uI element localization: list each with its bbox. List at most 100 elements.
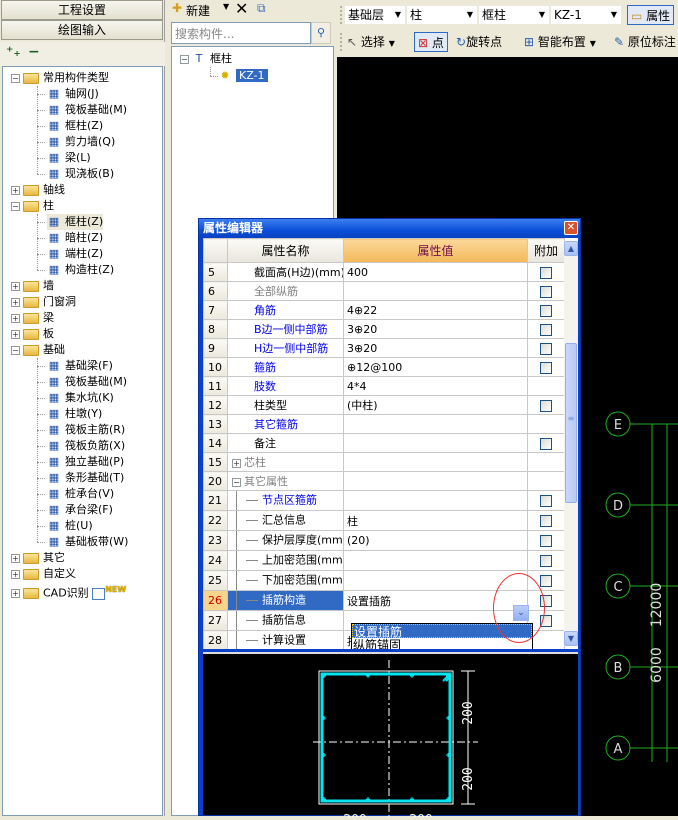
tree-item[interactable]: ▦ 基础梁(F) [47,358,113,374]
tree-item[interactable]: ▦ 筏板基础(M) [47,374,127,390]
tree-folder[interactable]: − 基础 [11,342,65,358]
component-tree-root[interactable]: − T 框柱 [180,51,232,67]
property-value[interactable]: 4*4 [343,376,528,396]
extra-checkbox[interactable] [540,266,552,279]
property-value[interactable]: 400 [343,262,528,282]
extra-checkbox[interactable] [540,304,552,317]
property-value[interactable]: 3⊕20 [343,338,528,358]
property-group[interactable]: + 芯柱 [227,452,344,472]
property-value[interactable]: ⊕12@100 [343,357,528,377]
tree-folder[interactable]: + CAD识别 NEW [11,582,126,600]
close-icon[interactable]: ✕ [564,221,578,235]
scroll-up-button[interactable]: ▲ [564,241,578,256]
expand-toggle[interactable]: + [11,281,20,291]
expand-toggle[interactable]: + [11,569,20,579]
tree-folder[interactable]: + 梁 [11,310,54,326]
category-select[interactable]: 柱 ▼ [407,6,477,24]
search-input[interactable]: 搜索构件... [171,22,311,44]
extra-checkbox[interactable] [540,399,552,412]
collapse-toggle[interactable]: − [11,73,20,83]
extra-checkbox[interactable] [540,555,552,567]
tree-item[interactable]: ▦ 轴网(J) [47,86,99,102]
extra-checkbox[interactable] [540,437,552,450]
property-name-cell[interactable]: 保护层厚度(mm) [227,530,344,551]
tree-folder[interactable]: + 轴线 [11,182,65,198]
component-kz1[interactable]: ✹ KZ-1 [218,68,268,84]
property-row[interactable]: 20 − 其它属性 [203,471,565,491]
drawing-input-button[interactable]: 绘图输入 [1,20,163,40]
new-dropdown-arrow[interactable]: ▼ [223,2,229,11]
expand-toggle[interactable]: + [11,185,20,195]
properties-button[interactable]: ▭ 属性 [627,5,675,25]
property-row[interactable]: 22 汇总信息 柱 [203,510,565,531]
tree-item[interactable]: ▦ 端柱(Z) [47,246,103,262]
property-row[interactable]: 7 角筋 4⊕22 [203,300,565,320]
collapse-toggle[interactable]: − [232,477,241,487]
property-row[interactable]: 21 节点区箍筋 [203,490,565,511]
property-value[interactable] [343,452,528,472]
point-button[interactable]: ⊠ 点 [414,32,448,52]
extra-checkbox[interactable] [540,323,552,336]
property-name-cell[interactable]: 其它箍筋 [227,414,344,434]
property-name-cell[interactable]: 柱类型 [227,395,344,415]
property-value[interactable] [343,550,528,571]
tree-item[interactable]: ▦ 筏板负筋(X) [47,438,125,454]
property-name-cell[interactable]: 截面高(H边)(mm) [227,262,344,282]
property-value[interactable]: 柱 [343,510,528,531]
tree-item[interactable]: ▦ 框柱(Z) [47,118,103,134]
property-name-cell[interactable]: 汇总信息 [227,510,344,531]
property-name-cell[interactable]: 计算设置 [227,630,344,649]
property-value[interactable] [343,414,528,434]
extra-checkbox[interactable] [540,361,552,374]
type-select[interactable]: 框柱 ▼ [479,6,549,24]
tree-item[interactable]: ▦ 暗柱(Z) [47,230,103,246]
property-row[interactable]: 24 上加密范围(mm) [203,550,565,571]
property-row[interactable]: 8 B边一侧中部筋 3⊕20 [203,319,565,339]
property-value[interactable]: 4⊕22 [343,300,528,320]
vertical-scrollbar[interactable]: ▲ ≡ ▼ [564,241,578,646]
tree-item[interactable]: ▦ 剪力墙(Q) [47,134,115,150]
in-situ-annotation-button[interactable]: ✎ 原位标注 [614,32,676,52]
property-group[interactable]: − 其它属性 [227,471,344,491]
tree-item[interactable]: ▦ 筏板基础(M) [47,102,127,118]
tree-item[interactable]: ▦ 现浇板(B) [47,166,114,182]
property-value[interactable] [343,490,528,511]
expand-all-icon[interactable]: ⁺₊ [6,44,21,60]
tree-folder[interactable]: + 其它 [11,550,65,566]
tree-item[interactable]: ▦ 基础板带(W) [47,534,129,550]
scroll-down-button[interactable]: ▼ [564,631,578,646]
property-value[interactable]: (20) [343,530,528,551]
dropdown-option[interactable]: 纵筋锚固 [352,638,532,649]
tree-folder[interactable]: + 板 [11,326,54,342]
copy-icon[interactable]: ⧉ [257,1,266,16]
property-name-cell[interactable]: 角筋 [227,300,344,320]
tree-item[interactable]: ▦ 条形基础(T) [47,470,125,486]
delete-icon[interactable]: ✕ [235,0,248,18]
tree-folder[interactable]: + 门窗洞 [11,294,76,310]
property-value[interactable]: (中柱) [343,395,528,415]
expand-toggle[interactable]: + [11,313,20,323]
tree-item[interactable]: ▦ 独立基础(P) [47,454,124,470]
tree-folder[interactable]: − 常用构件类型 [11,70,109,86]
extra-checkbox[interactable] [540,285,552,298]
extra-checkbox[interactable] [540,535,552,547]
project-settings-button[interactable]: 工程设置 [1,0,163,20]
tree-item[interactable]: ▦ 框柱(Z) [47,214,104,230]
expand-toggle[interactable]: + [11,589,20,599]
expand-toggle[interactable]: + [11,297,20,307]
extra-checkbox[interactable] [540,575,552,587]
property-row[interactable]: 12 柱类型 (中柱) [203,395,565,415]
property-row[interactable]: 13 其它箍筋 [203,414,565,434]
collapse-toggle[interactable]: − [180,54,189,64]
expand-toggle[interactable]: + [11,329,20,339]
property-value[interactable] [343,433,528,453]
new-button[interactable]: 新建 [186,2,210,19]
collapse-toggle[interactable]: − [11,345,20,355]
tree-item[interactable]: ▦ 构造柱(Z) [47,262,114,278]
extra-checkbox[interactable] [540,342,552,355]
expand-toggle[interactable]: + [11,553,20,563]
property-name-cell[interactable]: 箍筋 [227,357,344,377]
property-name-cell[interactable]: B边一侧中部筋 [227,319,344,339]
scroll-thumb[interactable]: ≡ [565,343,577,503]
property-value[interactable] [343,281,528,301]
